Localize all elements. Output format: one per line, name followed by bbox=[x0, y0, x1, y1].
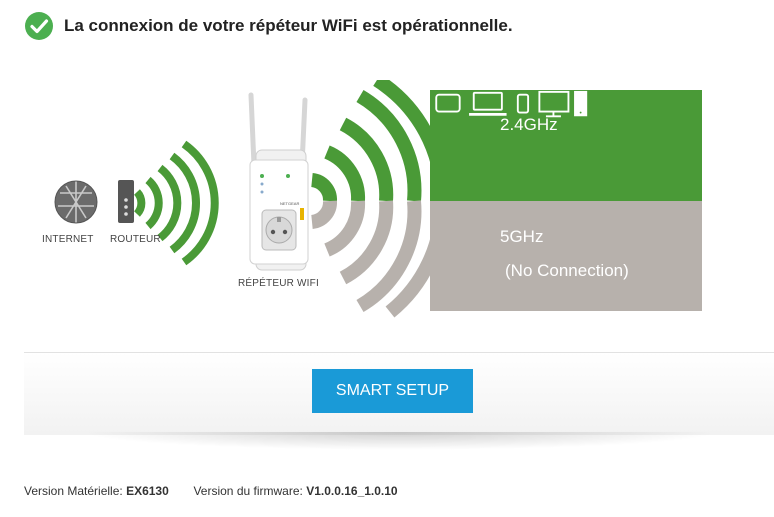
version-info: Version Matérielle: EX6130 Version du fi… bbox=[24, 484, 398, 498]
internet-label: INTERNET bbox=[42, 234, 94, 245]
monitor-icon bbox=[538, 90, 570, 118]
repeater-wifi-waves-24ghz bbox=[310, 80, 450, 202]
repeater-label: RÉPÉTEUR WIFI bbox=[238, 278, 319, 289]
band-5ghz-panel: 5GHz (No Connection) bbox=[430, 201, 702, 311]
firmware-version-label: Version du firmware: bbox=[193, 484, 303, 498]
router-icon bbox=[118, 180, 134, 223]
band-5ghz-label: 5GHz bbox=[500, 227, 544, 246]
hardware-version-label: Version Matérielle: bbox=[24, 484, 123, 498]
connected-devices bbox=[435, 90, 588, 118]
band-24ghz-panel: 2.4GHz bbox=[430, 90, 702, 201]
router-label: ROUTEUR bbox=[110, 234, 161, 245]
connection-diagram: NETGEAR INTERNET ROUTEUR RÉPÉTEUR WIFI 2 bbox=[0, 80, 774, 320]
repeater-device: NETGEAR bbox=[248, 92, 309, 271]
svg-text:NETGEAR: NETGEAR bbox=[280, 201, 299, 206]
hardware-version-value: EX6130 bbox=[126, 484, 169, 498]
tablet-icon bbox=[435, 93, 461, 113]
laptop-icon bbox=[469, 91, 507, 116]
phone-icon bbox=[516, 93, 530, 114]
internet-globe-icon bbox=[54, 180, 98, 224]
repeater-wifi-waves-5ghz bbox=[310, 200, 450, 318]
smart-setup-button[interactable]: SMART SETUP bbox=[312, 369, 473, 413]
band-5ghz-status: (No Connection) bbox=[505, 261, 629, 280]
setup-area-shadow bbox=[80, 432, 720, 450]
status-message: La connexion de votre répéteur WiFi est … bbox=[64, 16, 513, 35]
tower-icon bbox=[574, 90, 588, 117]
check-circle-icon bbox=[25, 12, 53, 40]
status-header: La connexion de votre répéteur WiFi est … bbox=[24, 10, 513, 42]
firmware-version-value: V1.0.0.16_1.0.10 bbox=[306, 484, 398, 498]
